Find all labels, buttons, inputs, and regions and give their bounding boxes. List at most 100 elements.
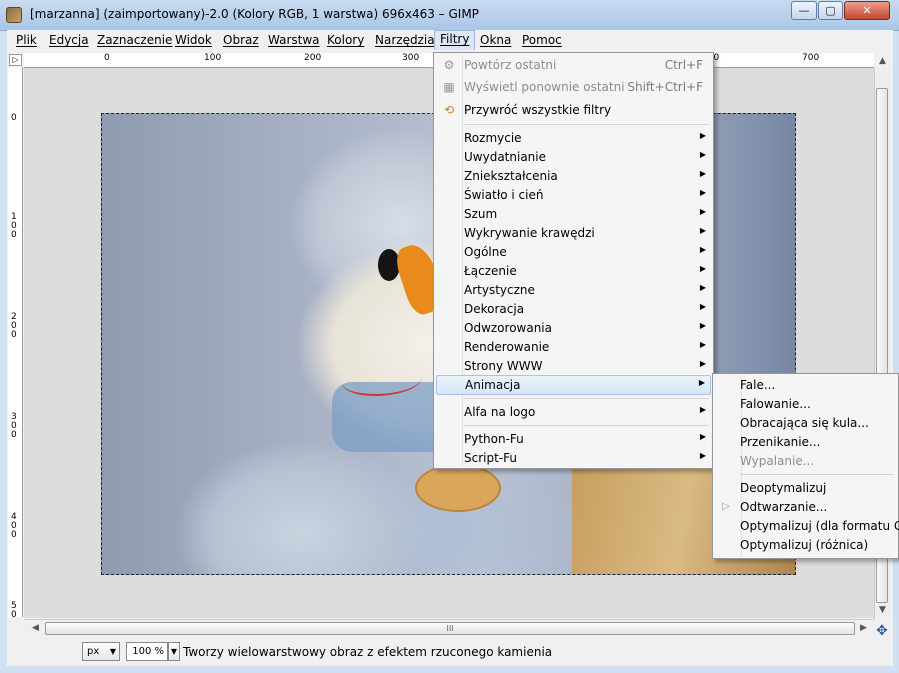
menu-zaznaczenie[interactable]: Zaznaczenie	[97, 33, 172, 47]
menu-widok[interactable]: Widok	[175, 33, 212, 47]
vertical-ruler: 0 100 200 300 400 500	[8, 67, 23, 617]
menu-item-light-shadow[interactable]: Światło i cień ▶	[434, 186, 713, 205]
zoom-input[interactable]: 100 %	[126, 642, 168, 661]
menu-item-label: Deoptymalizuj	[740, 481, 827, 495]
menu-item-optimize-gif[interactable]: Optymalizuj (dla formatu GIF)	[713, 517, 899, 536]
menu-item-map[interactable]: Odwzorowania ▶	[434, 319, 713, 338]
menu-bar: Plik Edycja Zaznaczenie Widok Obraz Wars…	[7, 30, 893, 53]
menu-item-python-fu[interactable]: Python-Fu ▶	[434, 430, 713, 449]
scroll-right-arrow-icon[interactable]: ▶	[860, 623, 867, 633]
menu-item-label: Fale...	[740, 378, 776, 392]
menu-item-label: Obracająca się kula...	[740, 416, 869, 430]
ruler-label: 500	[11, 601, 17, 618]
submenu-arrow-icon: ▶	[699, 131, 706, 140]
menu-item-label: Falowanie...	[740, 397, 811, 411]
ruler-label: 200	[11, 312, 17, 340]
minimize-button[interactable]: —	[791, 1, 817, 20]
menu-item-artistic[interactable]: Artystyczne ▶	[434, 281, 713, 300]
submenu-arrow-icon: ▶	[699, 359, 706, 368]
menu-item-decor[interactable]: Dekoracja ▶	[434, 300, 713, 319]
menu-item-edge-detect[interactable]: Wykrywanie krawędzi ▶	[434, 224, 713, 243]
submenu-arrow-icon: ▶	[699, 207, 706, 216]
submenu-arrow-icon: ▶	[699, 264, 706, 273]
menu-item-render[interactable]: Renderowanie ▶	[434, 338, 713, 357]
menu-item-label: Rozmycie	[464, 131, 522, 145]
close-button[interactable]: ✕	[844, 1, 890, 20]
menu-item-blend[interactable]: Przenikanie...	[713, 433, 898, 452]
menu-warstwa[interactable]: Warstwa	[268, 33, 320, 47]
menu-item-spinning-globe[interactable]: Obracająca się kula...	[713, 414, 898, 433]
submenu-arrow-icon: ▶	[699, 169, 706, 178]
quick-mask-toggle-icon[interactable]: ▷	[9, 54, 22, 66]
repeat-icon: ⚙	[443, 58, 455, 72]
menu-pomoc[interactable]: Pomoc	[522, 33, 562, 47]
menu-item-label: Ogólne	[464, 245, 507, 259]
ruler-label: 0	[104, 53, 110, 63]
menu-item-reshow-last[interactable]: ▦ Wyświetl ponownie ostatni Shift+Ctrl+F	[434, 78, 713, 97]
ruler-label: 700	[802, 53, 820, 63]
menu-item-unoptimize[interactable]: Deoptymalizuj	[713, 479, 898, 498]
menu-item-label: Wypalanie...	[740, 454, 815, 468]
submenu-arrow-icon: ▶	[699, 226, 706, 235]
filters-menu: ⚙ Powtórz ostatni Ctrl+F ▦ Wyświetl pono…	[433, 52, 714, 469]
menu-item-generic[interactable]: Ogólne ▶	[434, 243, 713, 262]
scroll-down-arrow-icon[interactable]: ▼	[879, 605, 886, 615]
ruler-label: 300	[11, 412, 17, 440]
menu-item-label: Dekoracja	[464, 302, 525, 316]
navigate-icon[interactable]: ✥	[876, 623, 888, 639]
menu-item-reset-all-filters[interactable]: ⟲ Przywróć wszystkie filtry	[434, 101, 713, 120]
menu-item-animation[interactable]: Animacja ▶	[436, 375, 711, 395]
menu-item-alpha-to-logo[interactable]: Alfa na logo ▶	[434, 403, 713, 422]
menu-separator	[464, 398, 709, 399]
scroll-left-arrow-icon[interactable]: ◀	[32, 623, 39, 633]
menu-kolory[interactable]: Kolory	[327, 33, 364, 47]
ruler-label: 300	[402, 53, 420, 63]
reset-filters-icon: ⟲	[443, 103, 455, 117]
unit-select[interactable]: px ▼	[82, 642, 120, 661]
menu-item-label: Script-Fu	[464, 451, 517, 465]
status-message: Tworzy wielowarstwowy obraz z efektem rz…	[183, 645, 553, 659]
window-title: [marzanna] (zaimportowany)-2.0 (Kolory R…	[30, 7, 479, 21]
menu-item-waves[interactable]: Falowanie...	[713, 395, 898, 414]
horizontal-scroll-thumb[interactable]: III	[45, 622, 855, 635]
menu-item-web[interactable]: Strony WWW ▶	[434, 357, 713, 376]
menu-separator	[464, 124, 709, 125]
submenu-arrow-icon: ▶	[699, 405, 706, 414]
menu-item-burn-in[interactable]: Wypalanie...	[713, 452, 898, 471]
menu-item-label: Światło i cień	[464, 188, 544, 202]
menu-item-combine[interactable]: Łączenie ▶	[434, 262, 713, 281]
ruler-label: 200	[304, 53, 322, 63]
menu-okna[interactable]: Okna	[480, 33, 511, 47]
zoom-dropdown-icon[interactable]: ▼	[168, 642, 180, 661]
menu-item-playback[interactable]: ▷ Odtwarzanie...	[713, 498, 898, 517]
menu-item-label: Artystyczne	[464, 283, 535, 297]
menu-item-blur[interactable]: Rozmycie ▶	[434, 129, 713, 148]
scroll-up-arrow-icon[interactable]: ▲	[879, 56, 886, 66]
ruler-label: 100	[11, 212, 17, 240]
submenu-arrow-icon: ▶	[699, 245, 706, 254]
menu-item-label: Python-Fu	[464, 432, 524, 446]
menu-plik[interactable]: Plik	[16, 33, 37, 47]
submenu-arrow-icon: ▶	[698, 378, 705, 387]
menu-item-label: Przywróć wszystkie filtry	[464, 103, 612, 117]
submenu-arrow-icon: ▶	[699, 451, 706, 460]
unit-value: px	[87, 646, 100, 657]
ruler-label: 0	[11, 113, 17, 123]
menu-item-enhance[interactable]: Uwydatnianie ▶	[434, 148, 713, 167]
maximize-button[interactable]: ▢	[818, 1, 843, 20]
menu-item-noise[interactable]: Szum ▶	[434, 205, 713, 224]
menu-item-label: Renderowanie	[464, 340, 550, 354]
menu-item-distorts[interactable]: Zniekształcenia ▶	[434, 167, 713, 186]
reshow-icon: ▦	[443, 80, 455, 94]
menu-narzedzia[interactable]: Narzędzia	[375, 33, 435, 47]
menu-filtry[interactable]: Filtry	[434, 30, 476, 50]
submenu-arrow-icon: ▶	[699, 432, 706, 441]
submenu-arrow-icon: ▶	[699, 340, 706, 349]
menu-item-ripple[interactable]: Fale...	[713, 376, 898, 395]
menu-edycja[interactable]: Edycja	[49, 33, 89, 47]
menu-item-label: Optymalizuj (różnica)	[740, 538, 869, 552]
menu-item-script-fu[interactable]: Script-Fu ▶	[434, 449, 713, 468]
menu-item-repeat-last[interactable]: ⚙ Powtórz ostatni Ctrl+F	[434, 56, 713, 75]
menu-obraz[interactable]: Obraz	[223, 33, 259, 47]
menu-item-optimize-difference[interactable]: Optymalizuj (różnica)	[713, 536, 898, 555]
